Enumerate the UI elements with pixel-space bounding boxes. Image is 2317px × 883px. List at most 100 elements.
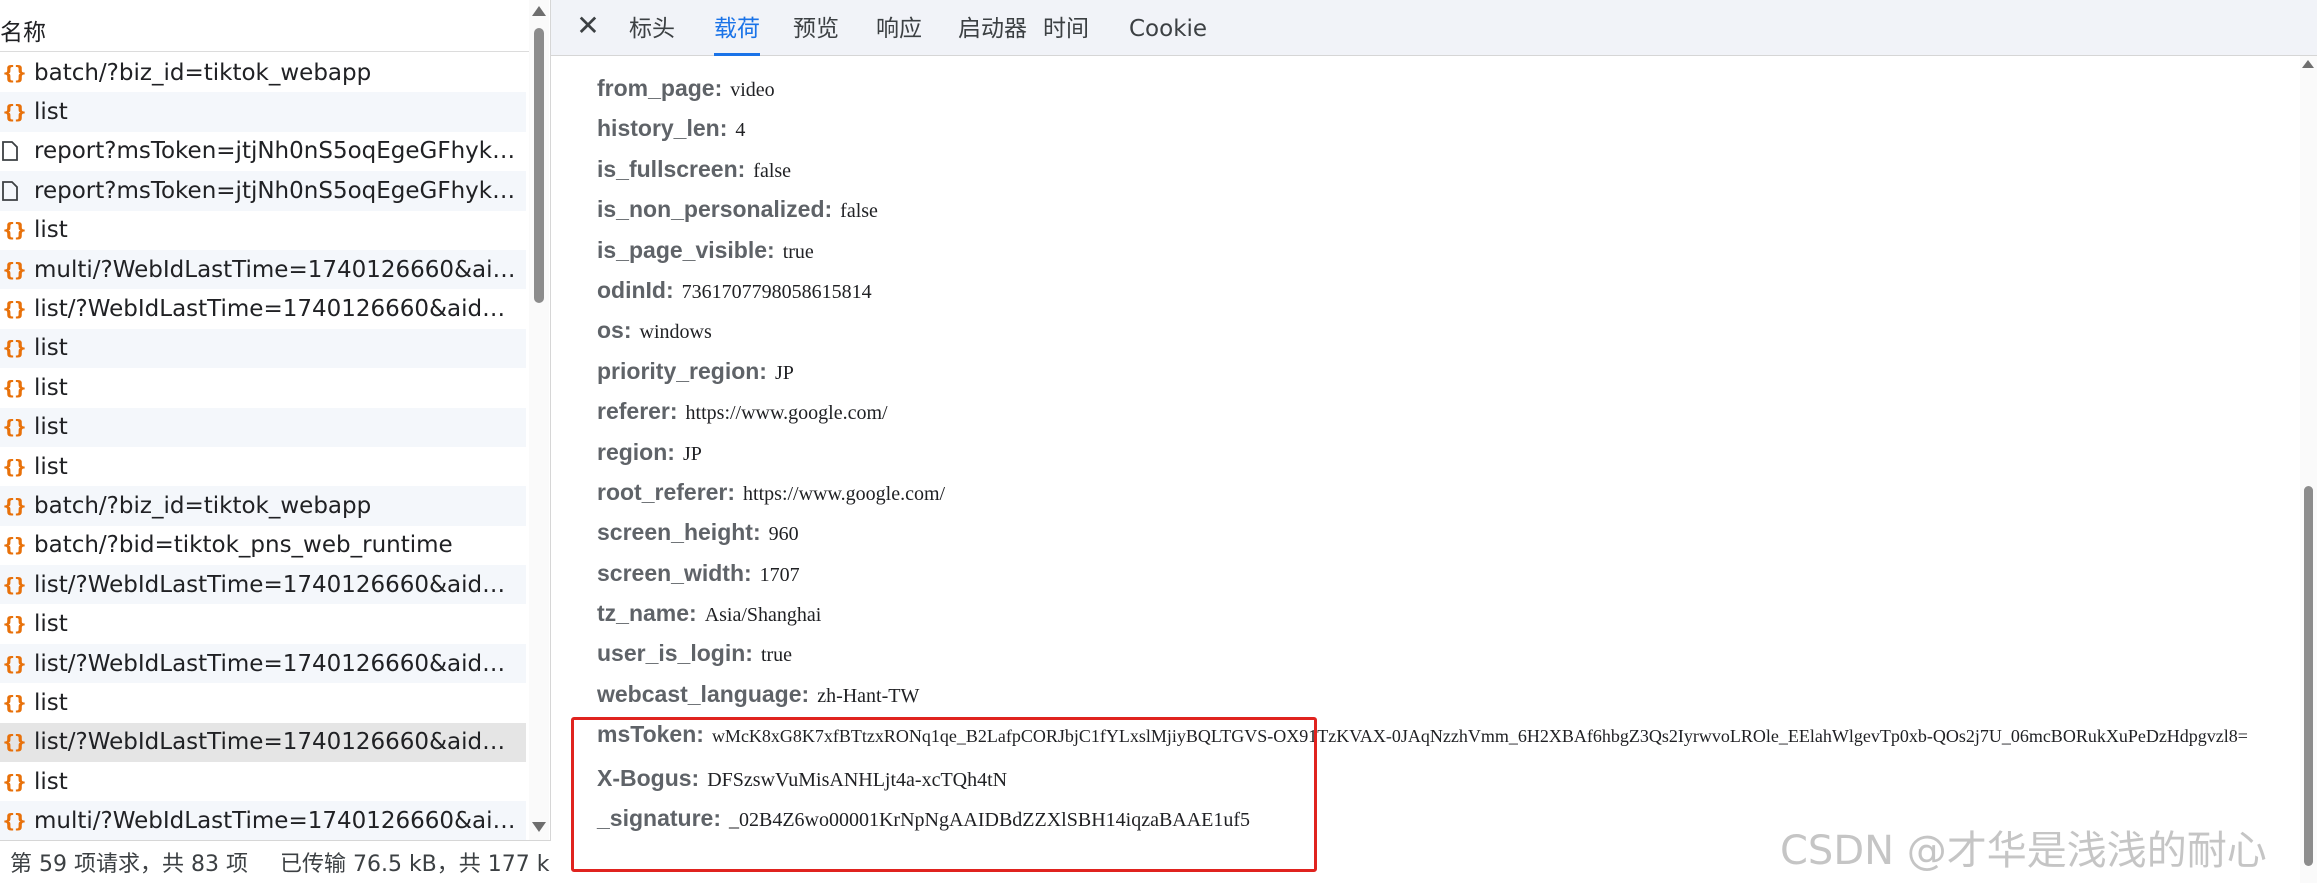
- tab-0[interactable]: 标头: [629, 0, 675, 56]
- param-value[interactable]: wMcK8xG8K7xfBTtzxRONq1qe_B2LafpCORJbjC1f…: [712, 726, 2248, 746]
- param-key: msToken:: [597, 721, 704, 748]
- request-row[interactable]: {} list: [0, 762, 526, 801]
- param-value[interactable]: false: [753, 160, 791, 182]
- param-value[interactable]: false: [840, 200, 878, 222]
- param-key: priority_region:: [597, 357, 767, 384]
- request-row[interactable]: {} list: [0, 328, 526, 369]
- json-icon: {}: [2, 258, 27, 281]
- request-row[interactable]: {} list/?WebIdLastTime=1740126660&aid=19.…: [0, 722, 526, 763]
- param-key: user_is_login:: [597, 640, 753, 667]
- param-value[interactable]: JP: [683, 443, 702, 465]
- request-name: list: [34, 611, 68, 638]
- scroll-up-arrow-icon[interactable]: [2302, 60, 2314, 68]
- json-icon: {}: [2, 298, 27, 321]
- scroll-down-arrow-icon[interactable]: [532, 822, 546, 832]
- param-key: region:: [597, 438, 675, 465]
- param-value[interactable]: true: [761, 644, 792, 666]
- payload-param-row: screen_height: 960: [597, 512, 2297, 552]
- request-row[interactable]: {} batch/?bid=tiktok_pns_web_runtime: [0, 526, 526, 565]
- request-row[interactable]: {} list: [0, 211, 526, 250]
- param-key: tz_name:: [597, 600, 697, 627]
- param-value[interactable]: Asia/Shanghai: [705, 604, 822, 626]
- payload-param-row: os: windows: [597, 310, 2297, 350]
- param-value[interactable]: _02B4Z6wo00001KrNpNgAAIDBdZZXlSBH14iqzaB…: [729, 809, 1250, 831]
- request-row[interactable]: {} batch/?biz_id=tiktok_webapp: [0, 486, 526, 526]
- param-value[interactable]: zh-Hant-TW: [817, 685, 919, 707]
- param-value[interactable]: JP: [775, 362, 794, 384]
- request-name: report?msToken=jtjNh0nS5oqEgeGFhyknQ...: [34, 138, 522, 165]
- payload-param-row: from_page: video: [597, 68, 2297, 108]
- json-icon: {}: [2, 770, 27, 793]
- param-value[interactable]: https://www.google.com/: [686, 402, 888, 424]
- param-value[interactable]: video: [730, 79, 774, 101]
- request-name: list: [34, 689, 68, 716]
- param-value[interactable]: DFSzswVuMisANHLjt4a-xcTQh4tN: [707, 769, 1007, 791]
- request-row[interactable]: {} list: [0, 683, 526, 722]
- request-name: report?msToken=jtjNh0nS5oqEgeGFhyknQ...: [34, 177, 522, 204]
- json-icon: {}: [2, 337, 27, 360]
- json-icon: {}: [2, 219, 27, 242]
- request-name: multi/?WebIdLastTime=1740126660&aid=...: [34, 808, 522, 835]
- request-row[interactable]: {} list: [0, 447, 526, 486]
- tab-5[interactable]: 时间: [1043, 0, 1089, 56]
- watermark: CSDN @才华是浅浅的耐心: [1780, 828, 2267, 874]
- tab-4[interactable]: 启动器: [958, 0, 1027, 56]
- name-column-header-label: 名称: [0, 20, 46, 46]
- param-value[interactable]: 1707: [760, 564, 800, 586]
- request-name: batch/?bid=tiktok_pns_web_runtime: [34, 532, 453, 559]
- request-name: list/?WebIdLastTime=1740126660&aid=19...: [34, 296, 522, 323]
- payload-param-row: priority_region: JP: [597, 351, 2297, 391]
- request-row[interactable]: report?msToken=jtjNh0nS5oqEgeGFhyknQ...: [0, 132, 526, 171]
- request-name: list: [34, 414, 68, 441]
- json-icon: {}: [2, 455, 27, 478]
- request-row[interactable]: report?msToken=jtjNh0nS5oqEgeGFhyknQ...: [0, 171, 526, 211]
- payload-scrollbar[interactable]: [2300, 56, 2317, 883]
- request-name: list: [34, 335, 68, 362]
- request-row[interactable]: {} list: [0, 92, 526, 132]
- param-key: os:: [597, 317, 632, 344]
- tab-6[interactable]: Cookie: [1129, 0, 1207, 56]
- scrollbar-thumb[interactable]: [534, 28, 544, 303]
- payload-param-row: msToken: wMcK8xG8K7xfBTtzxRONq1qe_B2LafpC…: [597, 714, 2297, 757]
- param-value[interactable]: true: [783, 241, 814, 263]
- request-row[interactable]: {} list/?WebIdLastTime=1740126660&aid=19.…: [0, 643, 526, 684]
- tab-1[interactable]: 载荷: [714, 0, 760, 56]
- param-key: is_page_visible:: [597, 236, 775, 263]
- request-list-panel: 名称 {} batch/?biz_id=tiktok_webapp {} list re…: [0, 0, 551, 883]
- json-icon: {}: [2, 61, 27, 84]
- param-key: from_page:: [597, 75, 723, 101]
- tab-3[interactable]: 响应: [876, 0, 922, 56]
- param-key: X-Bogus:: [597, 764, 700, 791]
- request-name: list: [34, 453, 68, 480]
- payload-param-row: tz_name: Asia/Shanghai: [597, 593, 2297, 633]
- request-row[interactable]: {} list: [0, 407, 526, 447]
- request-name: list: [34, 217, 68, 244]
- scrollbar-thumb[interactable]: [2304, 486, 2313, 866]
- request-row[interactable]: {} list: [0, 604, 526, 643]
- close-icon[interactable]: ✕: [573, 11, 603, 41]
- param-key: screen_height:: [597, 519, 761, 546]
- json-icon: {}: [2, 652, 27, 675]
- param-value[interactable]: 7361707798058615814: [682, 281, 872, 303]
- request-row[interactable]: {} list: [0, 368, 526, 407]
- scroll-up-arrow-icon[interactable]: [532, 6, 546, 16]
- request-row[interactable]: {} batch/?biz_id=tiktok_webapp: [0, 53, 526, 92]
- param-value[interactable]: windows: [640, 321, 712, 343]
- param-key: history_len:: [597, 115, 728, 142]
- param-value[interactable]: https://www.google.com/: [743, 483, 945, 505]
- request-row[interactable]: {} list/?WebIdLastTime=1740126660&aid=19.…: [0, 565, 526, 605]
- request-name: list/?WebIdLastTime=1740126660&aid=19...: [34, 729, 522, 756]
- request-name: list/?WebIdLastTime=1740126660&aid=19...: [34, 650, 522, 677]
- param-value[interactable]: 4: [735, 119, 745, 141]
- param-key: screen_width:: [597, 559, 752, 586]
- param-key: is_non_personalized:: [597, 196, 833, 223]
- request-row[interactable]: {} multi/?WebIdLastTime=1740126660&aid=..…: [0, 249, 526, 290]
- name-column-header[interactable]: 名称: [0, 6, 530, 52]
- payload-param-row: history_len: 4: [597, 108, 2297, 148]
- tab-2[interactable]: 预览: [793, 0, 839, 56]
- param-value[interactable]: 960: [769, 523, 799, 545]
- request-row[interactable]: {} list/?WebIdLastTime=1740126660&aid=19.…: [0, 289, 526, 328]
- request-list-scrollbar[interactable]: [529, 0, 549, 840]
- request-row[interactable]: {} multi/?WebIdLastTime=1740126660&aid=..…: [0, 801, 526, 840]
- json-icon: {}: [2, 416, 27, 439]
